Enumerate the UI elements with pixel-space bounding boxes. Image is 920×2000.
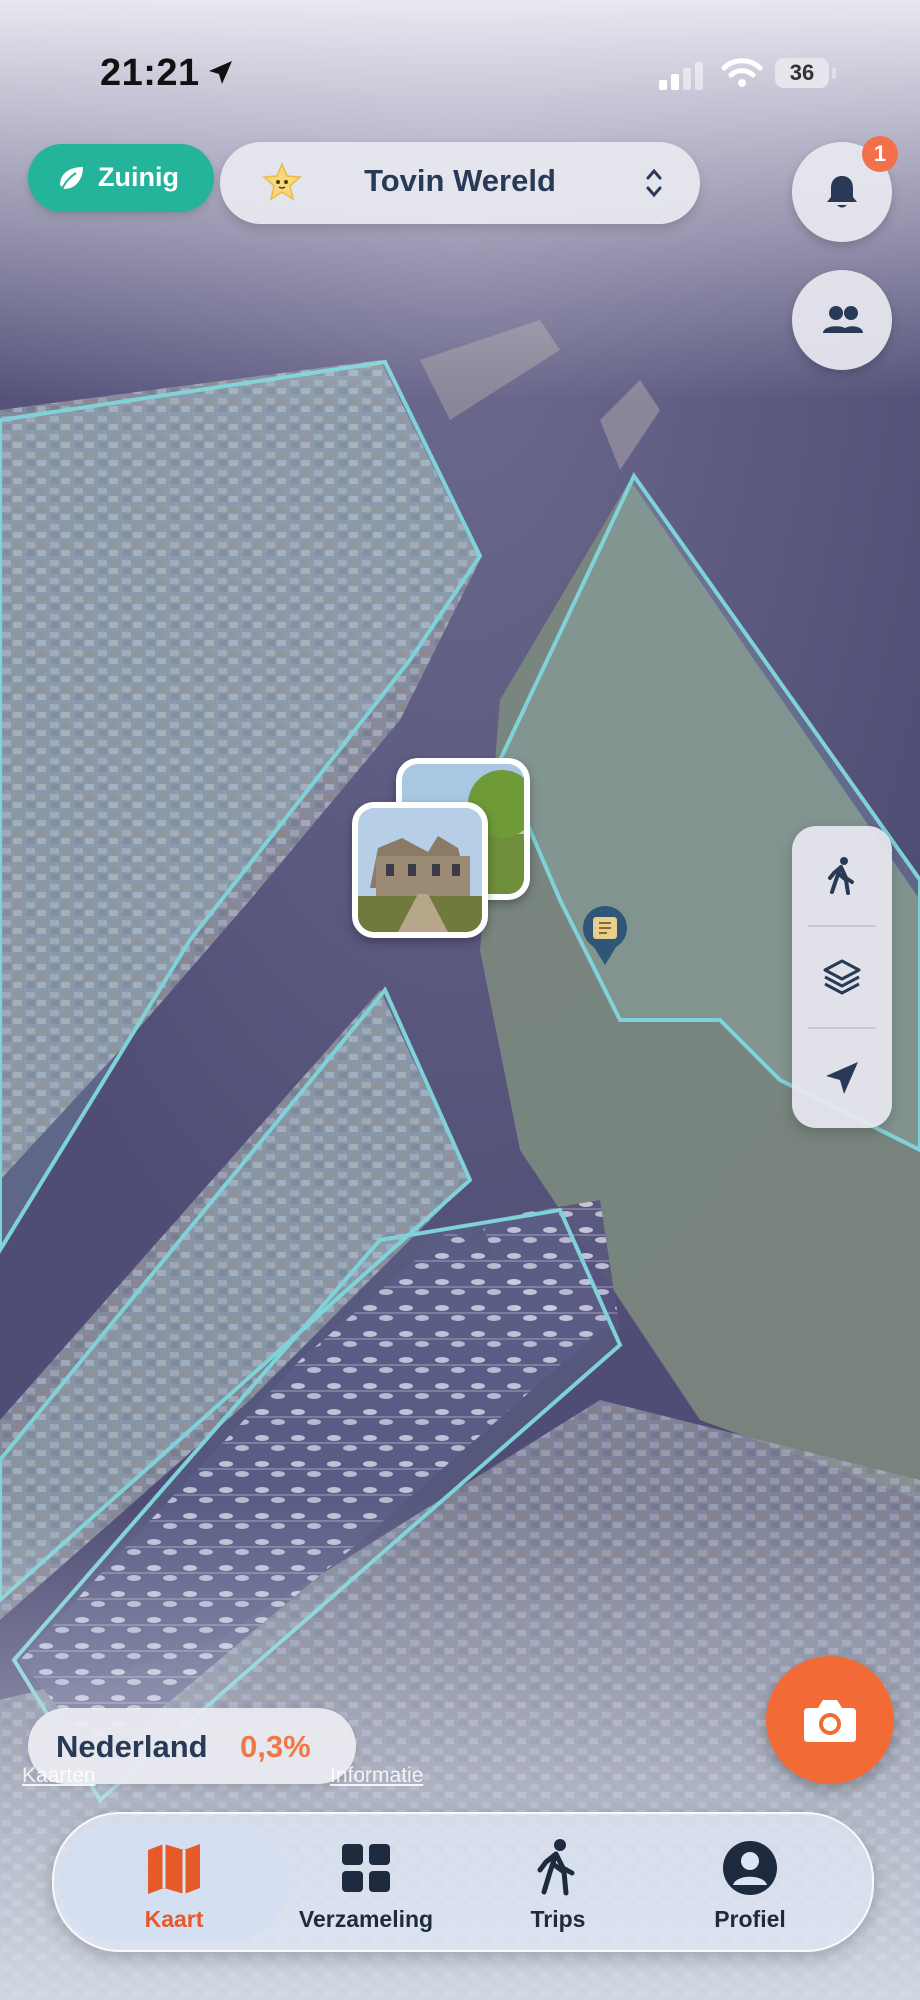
friends-icon xyxy=(823,306,863,333)
navigation-arrow-icon xyxy=(826,1062,858,1094)
friends-button[interactable] xyxy=(792,270,892,370)
wifi-icon xyxy=(721,58,763,87)
status-bar: 21:21 36 xyxy=(0,0,920,150)
map-tools-panel xyxy=(792,826,892,1128)
scroll-pin-icon[interactable] xyxy=(580,905,630,967)
bottom-navigation: Kaart Verzameling Trips Profiel xyxy=(52,1812,874,1952)
nav-item-verzameling[interactable]: Verzameling xyxy=(266,1814,466,1950)
bell-icon xyxy=(827,176,857,208)
battery-indicator: 36 xyxy=(775,58,837,90)
recenter-location-button[interactable] xyxy=(792,1028,892,1128)
country-name: Nederland xyxy=(56,1729,208,1764)
leaf-icon xyxy=(60,167,83,190)
nav-item-kaart[interactable]: Kaart xyxy=(74,1814,274,1950)
notification-badge: 1 xyxy=(862,136,898,172)
photo-marker-front[interactable] xyxy=(352,802,488,938)
country-percentage: 0,3% xyxy=(240,1729,311,1764)
location-arrow-icon xyxy=(209,61,232,84)
cellular-signal-icon xyxy=(659,62,703,90)
walking-icon xyxy=(537,1839,575,1896)
nav-item-trips[interactable]: Trips xyxy=(458,1814,658,1950)
nav-item-profiel[interactable]: Profiel xyxy=(650,1814,850,1950)
map-icon xyxy=(148,1844,200,1894)
camera-icon xyxy=(804,1700,856,1742)
walk-mode-button[interactable] xyxy=(792,826,892,926)
profile-icon xyxy=(723,1841,777,1895)
status-time: 21:21 xyxy=(100,52,200,94)
world-selector[interactable]: Tovin Wereld xyxy=(220,142,700,224)
mode-label: Zuinig xyxy=(98,162,179,192)
mode-toggle-button[interactable]: Zuinig xyxy=(28,144,214,212)
nav-label-kaart: Kaart xyxy=(144,1906,204,1932)
walking-icon xyxy=(828,857,854,895)
chevron-up-down-icon xyxy=(646,168,662,198)
nav-label-trips: Trips xyxy=(530,1906,586,1932)
grid-icon xyxy=(342,1844,390,1892)
world-label: Tovin Wereld xyxy=(364,163,556,198)
legal-info-link[interactable]: Informatie xyxy=(330,1764,423,1788)
maps-attribution[interactable]: Kaarten xyxy=(22,1764,96,1788)
layers-icon xyxy=(823,959,861,995)
nav-label-profiel: Profiel xyxy=(714,1906,786,1932)
camera-button[interactable] xyxy=(766,1656,894,1784)
nav-label-verzameling: Verzameling xyxy=(298,1906,434,1932)
layers-button[interactable] xyxy=(792,927,892,1027)
